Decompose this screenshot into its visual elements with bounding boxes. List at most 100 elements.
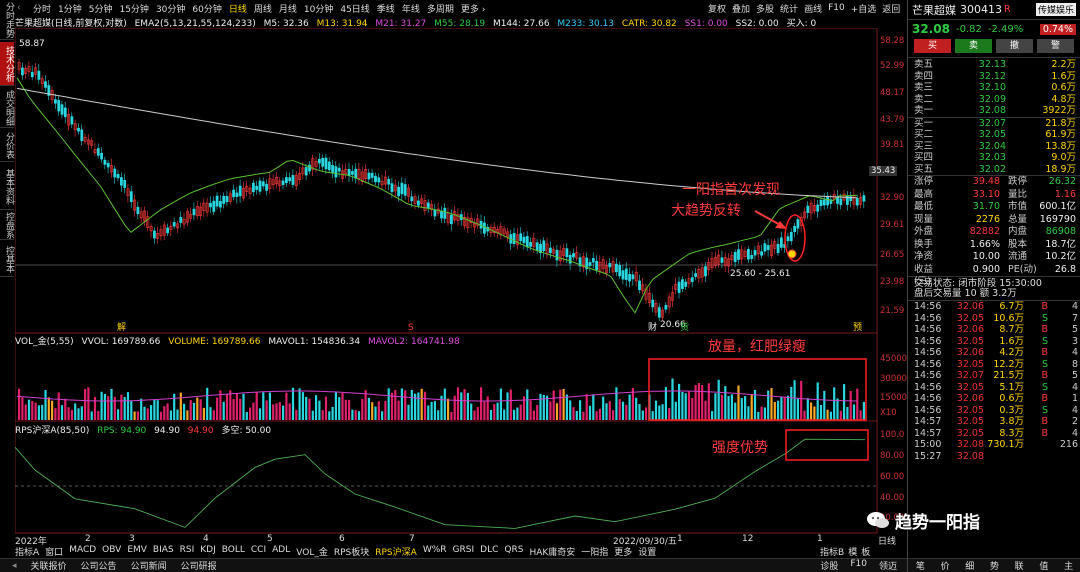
status-link-3[interactable]: 公司研报 <box>181 559 217 572</box>
indicator-right-tab-2[interactable]: 板 <box>861 545 870 558</box>
indicator-tab-20[interactable]: 更多 <box>614 545 632 558</box>
indicator-tab-4[interactable]: EMV <box>127 545 147 557</box>
side-tab-2[interactable]: 成交明细 <box>0 88 14 128</box>
volume-bar <box>466 392 469 420</box>
indicator-tab-15[interactable]: GRSI <box>453 545 475 557</box>
period-tab-12[interactable]: 年线 <box>402 2 420 15</box>
indicator-tab-7[interactable]: KDJ <box>200 545 216 557</box>
volume-bar <box>212 410 215 420</box>
toolbar-button-7[interactable]: 返回 <box>882 2 900 15</box>
indicator-tab-18[interactable]: HAK庸奇安 <box>529 545 575 558</box>
indicator-tab-14[interactable]: W%R <box>423 545 447 557</box>
book-row[interactable]: 卖一 32.08 3922万 <box>908 105 1080 117</box>
quote-tab-1[interactable]: 价 <box>941 559 950 572</box>
period-tab-13[interactable]: 多周期 <box>427 2 454 15</box>
period-tab-8[interactable]: 月线 <box>279 2 297 15</box>
period-tab-11[interactable]: 季线 <box>377 2 395 15</box>
book-row[interactable]: 买三 32.04 13.8万 <box>908 141 1080 153</box>
toolbar-button-3[interactable]: 统计 <box>780 2 798 15</box>
toolbar-button-0[interactable]: 复权 <box>708 2 726 15</box>
trade-button-0[interactable]: 买 <box>914 39 951 53</box>
book-row[interactable]: 卖四 32.12 1.6万 <box>908 71 1080 83</box>
indicator-tab-21[interactable]: 设置 <box>638 545 656 558</box>
candle <box>575 245 579 262</box>
price-axis-label: 26.65 <box>880 250 905 260</box>
volume-bar <box>486 396 489 420</box>
indicator-tab-6[interactable]: RSI <box>180 545 195 557</box>
volume-bar <box>480 387 483 420</box>
sector-badge[interactable]: 传媒娱乐 <box>1035 3 1076 16</box>
status-link-1[interactable]: 公司公告 <box>81 559 117 572</box>
toolbar-button-2[interactable]: 多股 <box>756 2 774 15</box>
side-tab-3[interactable]: 分价表 <box>0 130 14 162</box>
indicator-tab-5[interactable]: BIAS <box>153 545 174 557</box>
quote-tab-4[interactable]: 联 <box>1015 559 1024 572</box>
toolbar-button-5[interactable]: F10 <box>828 3 845 13</box>
status-link-2[interactable]: 公司新闻 <box>131 559 167 572</box>
period-tab-14[interactable]: 更多 › <box>461 2 485 15</box>
quote-tab-3[interactable]: 势 <box>990 559 999 572</box>
book-row[interactable]: 买五 32.02 18.9万 <box>908 164 1080 176</box>
chevron-icon[interactable]: ‹ <box>17 3 21 13</box>
period-tab-2[interactable]: 5分钟 <box>89 2 113 15</box>
stat-value: 86908 <box>1045 226 1076 237</box>
side-tab-1[interactable]: 技术分析 <box>0 42 14 86</box>
trade-button-2[interactable]: 撤 <box>996 39 1033 53</box>
indicator-tab-13[interactable]: RPS沪深A <box>375 545 417 558</box>
book-row[interactable]: 买四 32.03 9.0万 <box>908 152 1080 164</box>
indicator-tab-1[interactable]: 窗口 <box>45 545 63 558</box>
period-tab-0[interactable]: 分时 <box>33 2 51 15</box>
period-tab-1[interactable]: 1分钟 <box>58 2 82 15</box>
book-price: 32.02 <box>978 163 1006 175</box>
volume-bar <box>681 392 684 420</box>
status-right-2[interactable]: 领迈 <box>879 559 897 572</box>
status-link-0[interactable]: 关联报价 <box>31 559 67 572</box>
indicator-right-tab-0[interactable]: 指标B <box>820 545 844 558</box>
side-tab-6[interactable]: 控基本 <box>0 242 14 277</box>
quote-tab-2[interactable]: 细 <box>965 559 974 572</box>
quote-tab-6[interactable]: 主 <box>1064 559 1073 572</box>
indicator-tab-16[interactable]: DLC <box>480 545 498 557</box>
toolbar-button-6[interactable]: +自选 <box>851 2 877 15</box>
status-right-0[interactable]: 诊股 <box>820 559 838 572</box>
period-tab-5[interactable]: 60分钟 <box>192 2 221 15</box>
book-row[interactable]: 买二 32.05 61.9万 <box>908 129 1080 141</box>
period-tab-7[interactable]: 周线 <box>254 2 272 15</box>
indicator-right-tab-1[interactable]: 模 <box>848 545 857 558</box>
book-row[interactable]: 卖五 32.13 2.2万 <box>908 59 1080 71</box>
status-right-1[interactable]: F10 <box>850 559 867 572</box>
stat-value: 600.1亿 <box>1039 201 1076 212</box>
book-row[interactable]: 卖三 32.10 0.6万 <box>908 82 1080 94</box>
candle <box>723 252 727 273</box>
indicator-tab-2[interactable]: MACD <box>69 545 96 557</box>
book-row[interactable]: 买一 32.07 21.8万 <box>908 118 1080 130</box>
indicator-tab-19[interactable]: 一阳指 <box>581 545 608 558</box>
toolbar-button-1[interactable]: 叠加 <box>732 2 750 15</box>
volume-bar <box>242 393 245 420</box>
indicator-tab-9[interactable]: CCI <box>251 545 266 557</box>
indicator-tab-0[interactable]: 指标A <box>15 545 39 558</box>
indicator-tab-3[interactable]: OBV <box>102 545 121 557</box>
trade-button-3[interactable]: 警 <box>1037 39 1074 53</box>
period-tab-3[interactable]: 15分钟 <box>119 2 148 15</box>
toolbar-button-4[interactable]: 画线 <box>804 2 822 15</box>
period-tab-4[interactable]: 30分钟 <box>156 2 185 15</box>
kline-chart[interactable]: 58.87 20.66 25.60 - 25.61 解 S 财 货 预 一阳指首… <box>15 28 907 545</box>
indicator-tab-12[interactable]: RPS板块 <box>334 545 369 558</box>
period-tab-6[interactable]: 日线 <box>229 2 247 15</box>
indicator-tab-8[interactable]: BOLL <box>222 545 245 557</box>
book-row[interactable]: 卖二 32.09 4.8万 <box>908 94 1080 106</box>
trade-button-1[interactable]: 卖 <box>955 39 992 53</box>
indicator-tab-17[interactable]: QRS <box>504 545 523 557</box>
side-tab-5[interactable]: 控盘系 <box>0 212 14 240</box>
side-tab-0[interactable]: 分时走势 <box>0 0 14 40</box>
period-tab-9[interactable]: 10分钟 <box>304 2 333 15</box>
quote-tab-0[interactable]: 笔 <box>916 559 925 572</box>
period-tab-10[interactable]: 45日线 <box>340 2 369 15</box>
stat-value: 10.00 <box>972 251 1000 262</box>
quote-tab-5[interactable]: 值 <box>1039 559 1048 572</box>
indicator-tab-10[interactable]: ADL <box>272 545 290 557</box>
indicator-tab-11[interactable]: VOL_金 <box>296 545 328 558</box>
side-tab-4[interactable]: 基本资料 <box>0 165 14 210</box>
volume-bar <box>565 394 568 420</box>
